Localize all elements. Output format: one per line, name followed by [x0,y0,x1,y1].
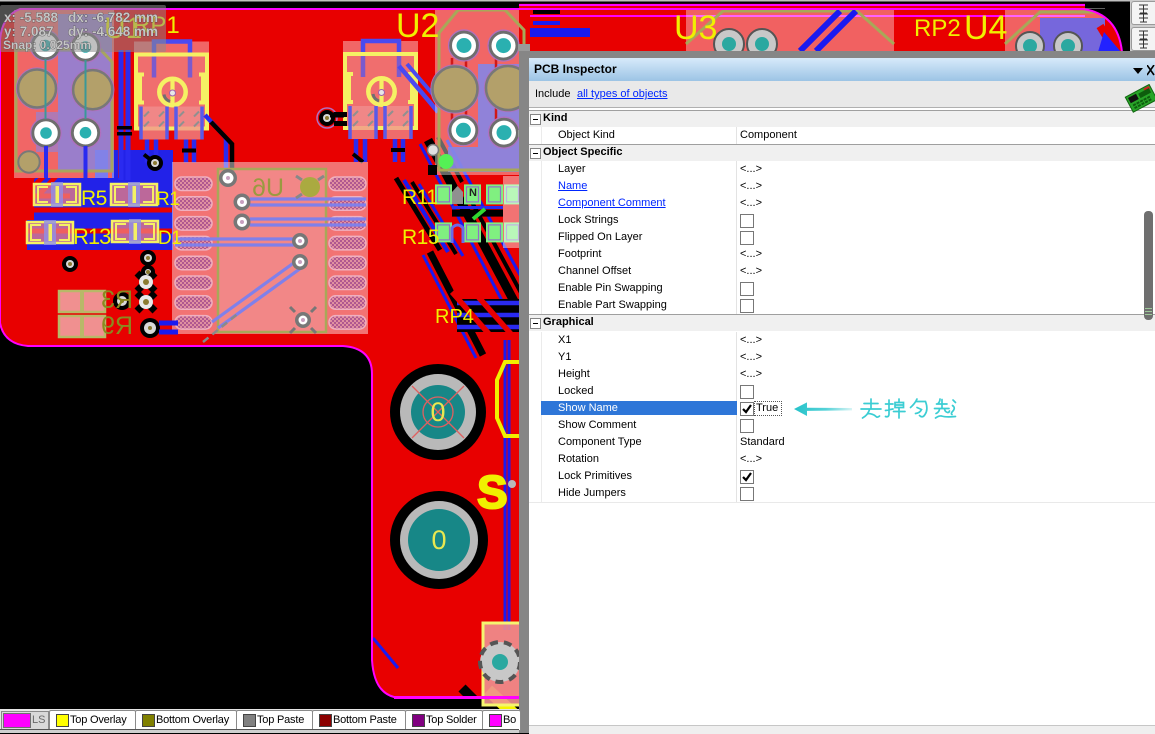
svg-text:y: 7.087: y: 7.087 [4,24,54,39]
svg-text:RP2: RP2 [914,15,961,42]
svg-text:N: N [469,187,477,199]
svg-text:R3: R3 [101,286,133,314]
svg-text:Snap: 0.025mm: Snap: 0.025mm [3,38,91,52]
svg-text:U6: U6 [252,174,284,202]
svg-text:D1: D1 [158,228,181,249]
svg-text:U2: U2 [396,7,439,45]
svg-text:R11: R11 [402,186,437,209]
svg-text:R9: R9 [101,312,133,340]
svg-text:dy: -4.648 mm: dy: -4.648 mm [68,24,158,39]
svg-text:0: 0 [431,525,446,555]
svg-text:S: S [477,466,508,518]
svg-text:R15: R15 [402,226,439,249]
svg-text:U4: U4 [964,9,1007,47]
svg-text:U3: U3 [674,9,717,47]
svg-text:x: -5.588: x: -5.588 [4,10,59,25]
svg-text:R13: R13 [73,224,111,249]
svg-text:R5: R5 [81,187,107,210]
svg-text:RP4: RP4 [435,306,474,328]
svg-text:0: 0 [430,397,445,427]
svg-text:dx: -6.782 mm: dx: -6.782 mm [68,10,158,25]
svg-text:R1: R1 [156,189,179,210]
